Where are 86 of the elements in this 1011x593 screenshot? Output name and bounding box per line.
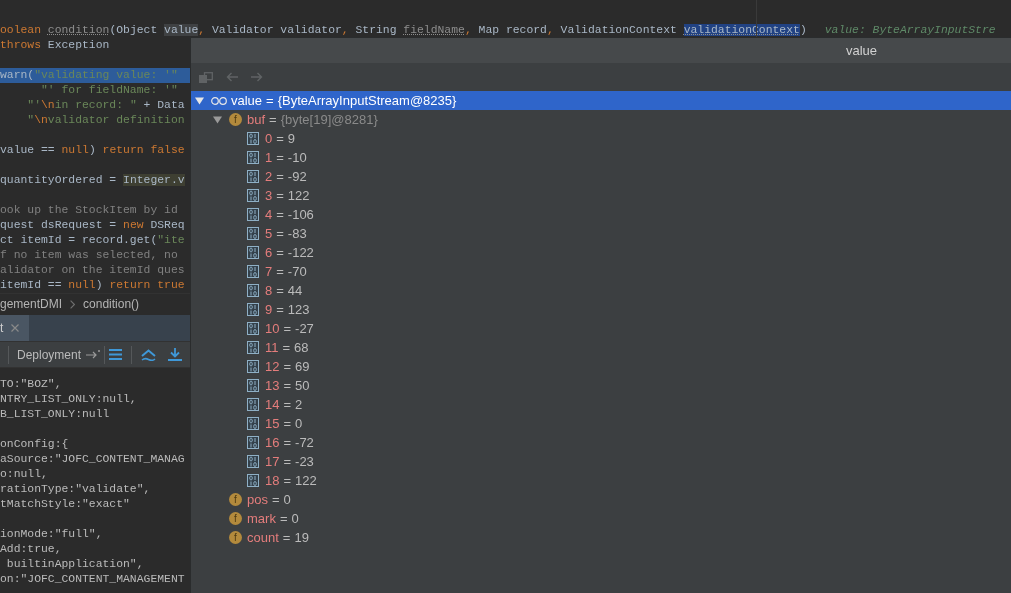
code-line: quest dsRequest = new DSReq <box>0 218 185 233</box>
popup-title: value <box>846 41 878 60</box>
binary-icon <box>247 227 259 240</box>
breadcrumb-item[interactable]: condition() <box>83 295 140 313</box>
tree-row[interactable]: 11 = 68 <box>191 338 309 357</box>
binary-icon <box>247 265 259 278</box>
binary-icon <box>247 322 259 335</box>
code-line: value == null) return false <box>0 143 185 158</box>
tool-tab[interactable]: t <box>0 315 30 341</box>
double-ring-icon <box>211 96 227 105</box>
chevron-icon <box>70 299 76 309</box>
caret-down-icon[interactable] <box>195 96 204 105</box>
close-icon[interactable] <box>11 324 20 332</box>
tree-row[interactable]: 0 = 9 <box>191 129 296 148</box>
binary-icon <box>247 284 259 297</box>
field-badge: f <box>229 113 242 126</box>
tree-row[interactable]: f buf = {byte[19]@8281} <box>191 110 378 129</box>
binary-icon <box>247 208 259 221</box>
binary-icon <box>247 189 259 202</box>
tree-row[interactable]: f count = 19 <box>191 528 309 547</box>
code-line: f no item was selected, no <box>0 248 178 263</box>
tree-row[interactable]: 6 = -122 <box>191 243 314 262</box>
tree-row[interactable]: f mark = 0 <box>191 509 299 528</box>
tree-row[interactable]: 14 = 2 <box>191 395 303 414</box>
binary-icon <box>247 474 259 487</box>
field-badge: f <box>229 531 242 544</box>
binary-icon <box>247 246 259 259</box>
tree-row[interactable]: 17 = -23 <box>191 452 314 471</box>
console-line: TO:"BOZ", <box>0 377 62 392</box>
console-line: rationType:"validate", <box>0 482 151 497</box>
console-line: Add:true, <box>0 542 62 557</box>
inline-value-hint: value: ByteArrayInputStre <box>824 23 996 38</box>
code-line: alidator on the itemId ques <box>0 263 185 278</box>
tree-row[interactable]: 13 = 50 <box>191 376 310 395</box>
binary-icon <box>247 170 259 183</box>
code-line: quantityOrdered = Integer.v <box>0 173 185 188</box>
code-line: ook up the StockItem by id <box>0 203 178 218</box>
tree-row[interactable]: 12 = 69 <box>191 357 310 376</box>
breadcrumb-item[interactable]: gementDMI <box>0 295 63 313</box>
console-line: NTRY_LIST_ONLY:null, <box>0 392 137 407</box>
binary-icon <box>247 303 259 316</box>
binary-icon <box>247 132 259 145</box>
code-line: itemId == null) return true <box>0 278 185 293</box>
arrow-icon[interactable] <box>86 350 101 359</box>
field-badge: f <box>229 512 242 525</box>
code-line: "'\nin record: " + Data <box>26 98 185 113</box>
caret-down-icon[interactable] <box>213 115 222 124</box>
binary-icon <box>247 455 259 468</box>
code-line: "' for fieldName: '" <box>40 83 178 98</box>
download-icon[interactable] <box>168 348 183 361</box>
tree-row[interactable]: 7 = -70 <box>191 262 307 281</box>
console-line: aSource:"JOFC_CONTENT_MANAG <box>0 452 185 467</box>
binary-icon <box>247 341 259 354</box>
binary-icon <box>247 436 259 449</box>
tree-row[interactable]: 4 = -106 <box>191 205 314 224</box>
field-badge: f <box>229 493 242 506</box>
tree-row[interactable]: f pos = 0 <box>191 490 291 509</box>
console-line: o:null, <box>0 467 48 482</box>
tree-row[interactable]: 18 = 122 <box>191 471 317 490</box>
code-line: throws Exception <box>0 38 110 53</box>
binary-icon <box>247 417 259 430</box>
console-line: ionMode:"full", <box>0 527 103 542</box>
tree-row[interactable]: 9 = 123 <box>191 300 310 319</box>
tree-row[interactable]: 2 = -92 <box>191 167 307 186</box>
tree-row[interactable]: 10 = -27 <box>191 319 314 338</box>
binary-icon <box>247 360 259 373</box>
console-line: on:"JOFC_CONTENT_MANAGEMENT <box>0 572 185 587</box>
console-line: tMatchStyle:"exact" <box>0 497 130 512</box>
binary-icon <box>247 398 259 411</box>
tree-row[interactable]: 15 = 0 <box>191 414 303 433</box>
tree-row[interactable]: value = {ByteArrayInputStream@8235} <box>191 91 1011 110</box>
tree-row[interactable]: 5 = -83 <box>191 224 307 243</box>
code-line: "\nvalidator definition <box>26 113 185 128</box>
tree-row[interactable]: 3 = 122 <box>191 186 310 205</box>
lines-icon[interactable] <box>109 349 123 360</box>
code-line: oolean condition(Object value, Validator validator, String fieldName, Map record, ValidationContext validationContext) <box>0 23 807 38</box>
chevron-up-icon[interactable] <box>141 348 157 361</box>
binary-icon <box>247 379 259 392</box>
binary-icon <box>247 151 259 164</box>
console-line: onConfig:{ <box>0 437 69 452</box>
code-line: ct itemId = record.get("ite <box>0 233 185 248</box>
console-line: B_LIST_ONLY:null <box>0 407 110 422</box>
tree-row[interactable]: 16 = -72 <box>191 433 314 452</box>
tree-row[interactable]: 8 = 44 <box>191 281 303 300</box>
tree-row[interactable]: 1 = -10 <box>191 148 307 167</box>
console-line: builtinApplication", <box>5 557 144 572</box>
